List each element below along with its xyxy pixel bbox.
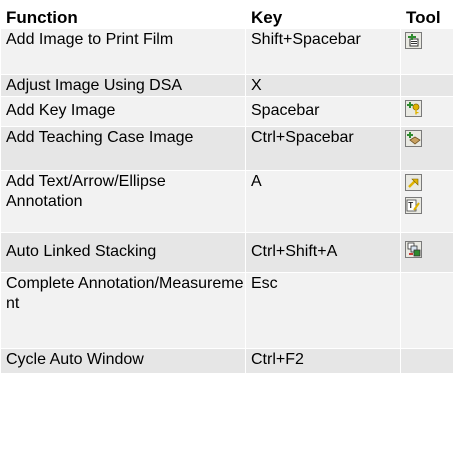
table-row: Add Teaching Case Image Ctrl+Spacebar [0,126,453,171]
function-cell: Add Image to Print Film [0,28,246,75]
text-annotation-icon[interactable]: T [405,197,422,214]
print-film-icon[interactable] [405,32,422,49]
tool-cell [400,28,453,75]
linked-stacking-icon[interactable] [405,241,422,258]
key-cell: A [245,170,401,233]
header-tool: Tool [400,0,453,29]
header-function: Function [0,0,246,29]
tool-cell [400,126,453,171]
table-row: Complete Annotation/Measurement Esc [0,272,453,349]
shortcut-table: Function Key Tool Add Image to Print Fil… [0,0,453,374]
table-header-row: Function Key Tool [0,0,453,29]
teaching-case-icon[interactable] [405,130,422,147]
arrow-annotation-icon[interactable] [405,174,422,191]
key-cell: X [245,74,401,97]
tool-cell [400,272,453,349]
key-cell: Ctrl+Shift+A [245,232,401,273]
table-row: Adjust Image Using DSA X [0,74,453,97]
header-key: Key [245,0,401,29]
key-image-icon[interactable] [405,100,422,117]
function-cell: Add Text/Arrow/Ellipse Annotation [0,170,246,233]
key-cell: Shift+Spacebar [245,28,401,75]
function-cell: Auto Linked Stacking [0,232,246,273]
key-cell: Spacebar [245,96,401,127]
tool-cell [400,232,453,273]
function-cell: Add Teaching Case Image [0,126,246,171]
tool-cell [400,348,453,374]
table-row: Cycle Auto Window Ctrl+F2 [0,348,453,374]
function-cell: Adjust Image Using DSA [0,74,246,97]
key-cell: Ctrl+Spacebar [245,126,401,171]
function-cell: Add Key Image [0,96,246,127]
tool-cell: T [400,170,453,233]
key-cell: Esc [245,272,401,349]
function-cell: Cycle Auto Window [0,348,246,374]
tool-cell [400,74,453,97]
table-row: Auto Linked Stacking Ctrl+Shift+A [0,232,453,273]
table-row: Add Image to Print Film Shift+Spacebar [0,28,453,75]
function-cell: Complete Annotation/Measurement [0,272,246,349]
table-row: Add Text/Arrow/Ellipse Annotation A T [0,170,453,233]
shortcut-reference-document: Function Key Tool Add Image to Print Fil… [0,0,453,470]
table-row: Add Key Image Spacebar [0,96,453,127]
tool-cell [400,96,453,127]
svg-text:T: T [408,201,413,210]
key-cell: Ctrl+F2 [245,348,401,374]
